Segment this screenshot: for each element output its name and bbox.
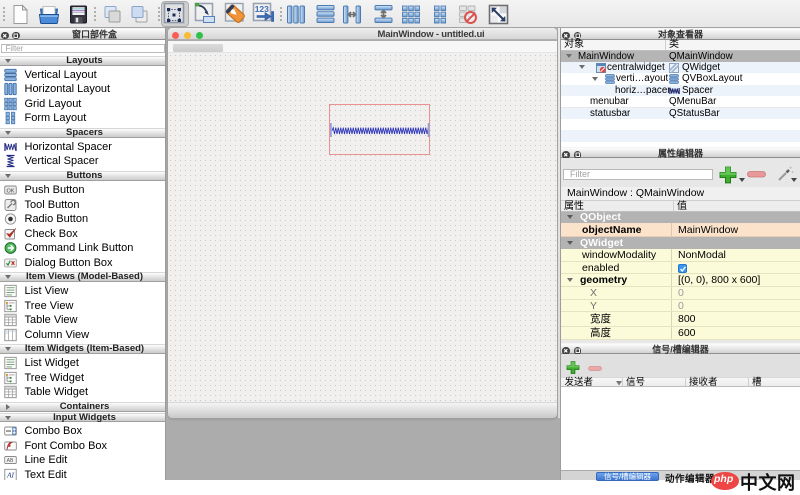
svg-text:AI: AI — [6, 470, 15, 479]
svg-text:OK: OK — [7, 189, 15, 195]
svg-text:123: 123 — [255, 4, 269, 14]
svg-text:AB: AB — [7, 459, 14, 465]
